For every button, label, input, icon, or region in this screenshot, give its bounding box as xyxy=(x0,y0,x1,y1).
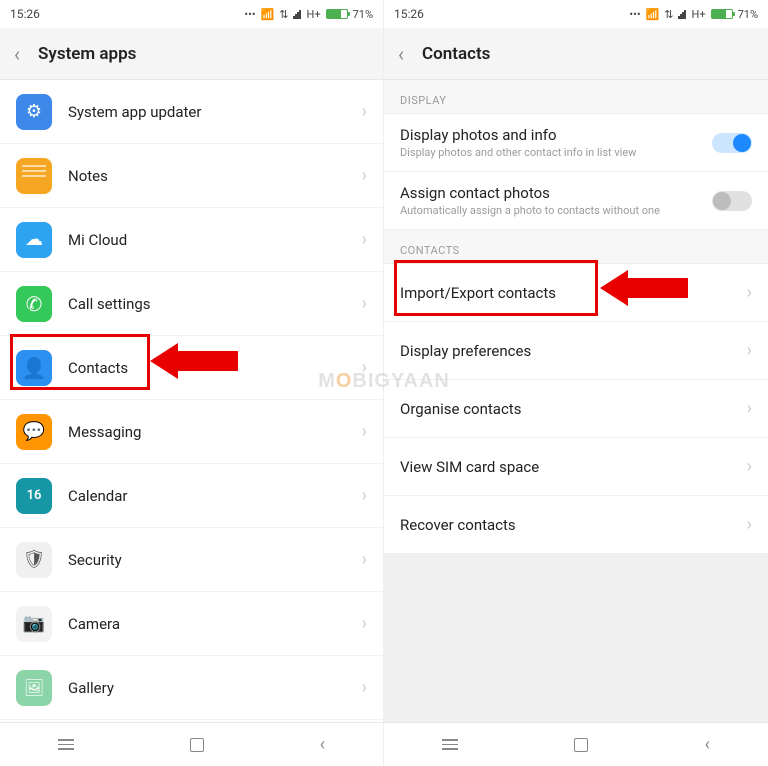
row-label: Notes xyxy=(68,167,362,185)
home-icon[interactable] xyxy=(574,738,588,752)
chevron-right-icon: › xyxy=(362,677,367,698)
row-label: System app updater xyxy=(68,103,362,121)
chevron-right-icon: › xyxy=(747,340,752,361)
battery-pct: 71% xyxy=(738,8,758,21)
gear-icon: ⚙ xyxy=(16,94,52,130)
row-label: Gallery xyxy=(68,679,362,697)
toggle-assign-photos[interactable] xyxy=(712,191,752,211)
calendar-icon: 16 xyxy=(16,478,52,514)
cloud-icon: ☁ xyxy=(16,222,52,258)
notes-icon xyxy=(16,158,52,194)
network-type: H+ xyxy=(691,8,705,21)
row-messaging[interactable]: 💬 Messaging › xyxy=(0,400,383,464)
row-security[interactable]: 🛡 Security › xyxy=(0,528,383,592)
camera-icon: 📷 xyxy=(16,606,52,642)
gallery-icon: 🖼 xyxy=(16,670,52,706)
row-organise-contacts[interactable]: Organise contacts › xyxy=(384,380,768,438)
chevron-right-icon: › xyxy=(362,101,367,122)
row-assign-contact-photos[interactable]: Assign contact photos Automatically assi… xyxy=(384,172,768,230)
status-bar: 15:26 ••• 📶 ⇅ H+ 71% xyxy=(0,0,383,28)
row-label: Mi Cloud xyxy=(68,231,362,249)
row-view-sim-space[interactable]: View SIM card space › xyxy=(384,438,768,496)
more-icon: ••• xyxy=(629,8,640,21)
page-title: System apps xyxy=(38,44,136,64)
signal-icon xyxy=(678,9,686,19)
row-title: Organise contacts xyxy=(400,400,739,418)
battery-icon xyxy=(326,9,348,19)
row-title: View SIM card space xyxy=(400,458,739,476)
chevron-right-icon: › xyxy=(747,456,752,477)
back-icon[interactable]: ‹ xyxy=(14,44,20,64)
chevron-right-icon: › xyxy=(362,293,367,314)
row-subtitle: Automatically assign a photo to contacts… xyxy=(400,204,712,217)
back-nav-icon[interactable]: ‹ xyxy=(320,734,325,755)
back-icon[interactable]: ‹ xyxy=(398,44,404,64)
updown-icon: ⇅ xyxy=(664,8,673,21)
home-icon[interactable] xyxy=(190,738,204,752)
row-display-preferences[interactable]: Display preferences › xyxy=(384,322,768,380)
row-subtitle: Display photos and other contact info in… xyxy=(400,146,712,159)
chevron-right-icon: › xyxy=(362,229,367,250)
row-recover-contacts[interactable]: Recover contacts › xyxy=(384,496,768,554)
back-nav-icon[interactable]: ‹ xyxy=(704,734,709,755)
chevron-right-icon: › xyxy=(362,549,367,570)
clock: 15:26 xyxy=(10,7,40,21)
row-calendar[interactable]: 16 Calendar › xyxy=(0,464,383,528)
chevron-right-icon: › xyxy=(362,485,367,506)
chevron-right-icon: › xyxy=(747,398,752,419)
highlight-contacts xyxy=(10,334,150,390)
row-notes[interactable]: Notes › xyxy=(0,144,383,208)
row-title: Recover contacts xyxy=(400,516,739,534)
wifi-icon: 📶 xyxy=(646,8,660,21)
wifi-icon: 📶 xyxy=(261,8,275,21)
row-mi-cloud[interactable]: ☁ Mi Cloud › xyxy=(0,208,383,272)
header: ‹ System apps xyxy=(0,28,383,80)
row-system-app-updater[interactable]: ⚙ System app updater › xyxy=(0,80,383,144)
row-label: Messaging xyxy=(68,423,362,441)
row-label: Camera xyxy=(68,615,362,633)
row-label: Security xyxy=(68,551,362,569)
highlight-import-export xyxy=(394,260,598,316)
page-title: Contacts xyxy=(422,44,490,64)
arrow-import-export xyxy=(600,270,688,306)
recents-icon[interactable] xyxy=(442,739,458,750)
updown-icon: ⇅ xyxy=(279,8,288,21)
network-type: H+ xyxy=(306,8,320,21)
chevron-right-icon: › xyxy=(362,165,367,186)
row-title: Display photos and info xyxy=(400,126,712,144)
recents-icon[interactable] xyxy=(58,739,74,750)
header: ‹ Contacts xyxy=(384,28,768,80)
chevron-right-icon: › xyxy=(747,514,752,535)
more-icon: ••• xyxy=(244,8,255,21)
clock: 15:26 xyxy=(394,7,424,21)
shield-icon: 🛡 xyxy=(16,542,52,578)
row-label: Calendar xyxy=(68,487,362,505)
chat-icon: 💬 xyxy=(16,414,52,450)
row-display-photos-info[interactable]: Display photos and info Display photos a… xyxy=(384,114,768,172)
row-call-settings[interactable]: ✆ Call settings › xyxy=(0,272,383,336)
arrow-contacts xyxy=(150,343,238,379)
row-label: Call settings xyxy=(68,295,362,313)
row-gallery[interactable]: 🖼 Gallery › xyxy=(0,656,383,720)
chevron-right-icon: › xyxy=(362,613,367,634)
status-bar: 15:26 ••• 📶 ⇅ H+ 71% xyxy=(384,0,768,28)
signal-icon xyxy=(293,9,301,19)
battery-pct: 71% xyxy=(353,8,373,21)
chevron-right-icon: › xyxy=(747,282,752,303)
section-display: DISPLAY xyxy=(384,80,768,114)
chevron-right-icon: › xyxy=(362,421,367,442)
row-title: Assign contact photos xyxy=(400,184,712,202)
battery-icon xyxy=(711,9,733,19)
row-camera[interactable]: 📷 Camera › xyxy=(0,592,383,656)
nav-bar: ‹ xyxy=(384,722,768,766)
toggle-display-photos[interactable] xyxy=(712,133,752,153)
phone-icon: ✆ xyxy=(16,286,52,322)
nav-bar: ‹ xyxy=(0,722,383,766)
row-title: Display preferences xyxy=(400,342,739,360)
chevron-right-icon: › xyxy=(362,357,367,378)
